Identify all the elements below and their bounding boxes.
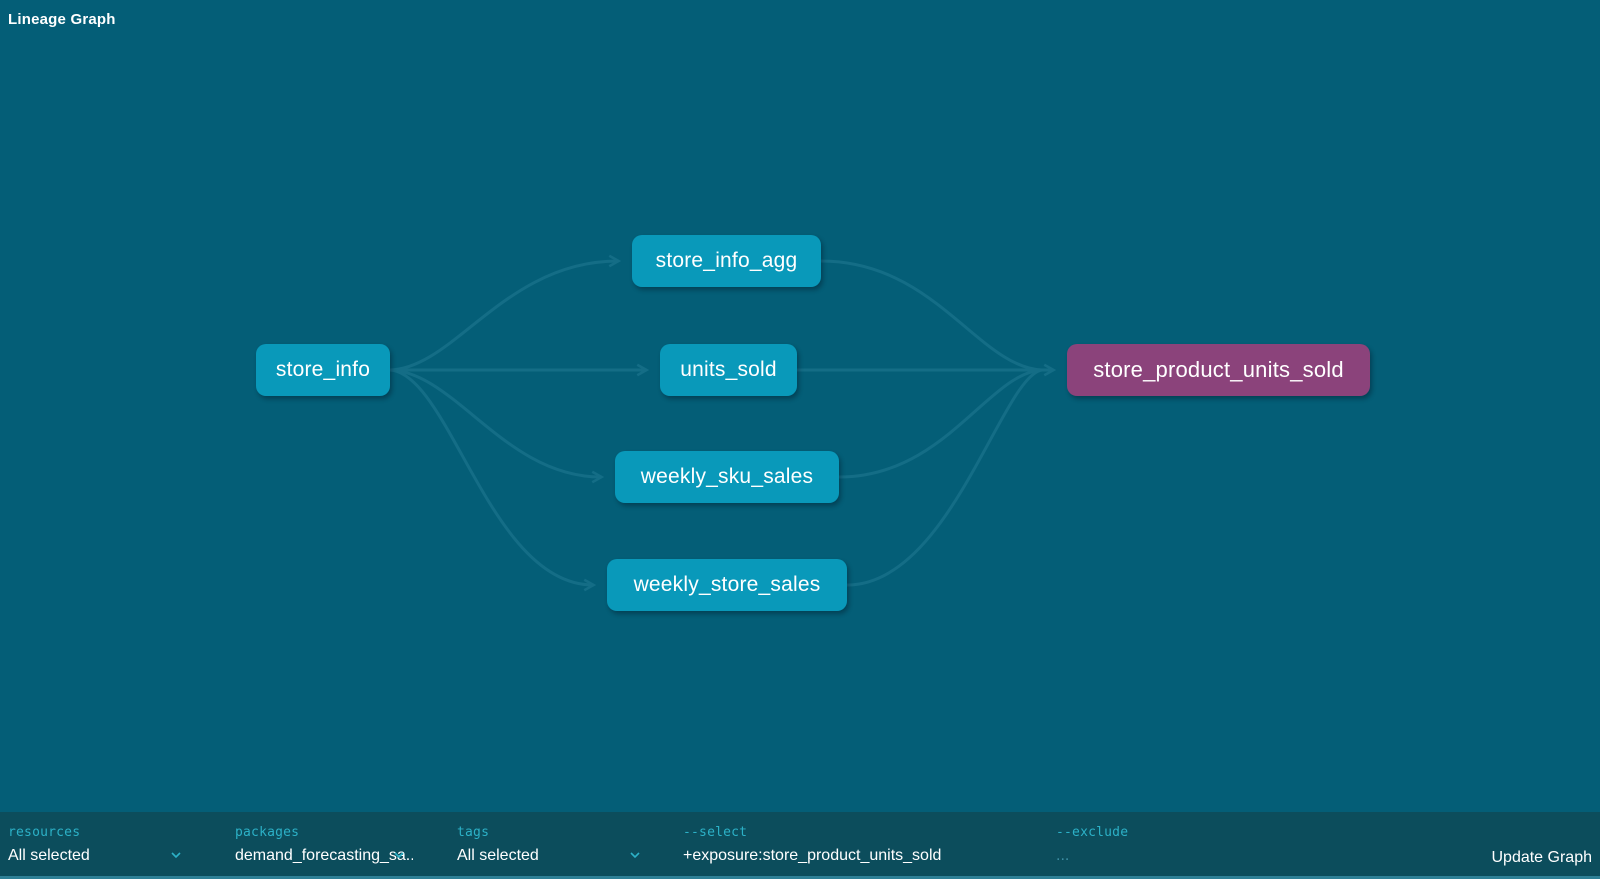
node-label: weekly_sku_sales (641, 465, 813, 489)
filter-field-select: --select +exposure:store_product_units_s… (683, 812, 1013, 876)
graph-node-weekly_store_sales[interactable]: weekly_store_sales (607, 559, 847, 611)
packages-label: packages (235, 825, 415, 840)
graph-node-units_sold[interactable]: units_sold (660, 344, 797, 396)
edge-weekly_store_sales-exposure (847, 370, 1042, 585)
filter-field-resources: resources All selected (8, 812, 188, 876)
filter-field-packages: packages demand_forecasting_sa... (235, 812, 415, 876)
exclude-input[interactable]: ... (1056, 847, 1306, 865)
packages-select[interactable]: demand_forecasting_sa... (235, 847, 415, 870)
chevron-down-icon[interactable] (170, 849, 182, 861)
edge-store_info-store_info_agg (390, 261, 618, 370)
update-graph-button[interactable]: Update Graph (1491, 845, 1592, 871)
resources-select[interactable]: All selected (8, 847, 188, 865)
graph-node-store_info_agg[interactable]: store_info_agg (632, 235, 821, 287)
graph-node-store_product_units_sold[interactable]: store_product_units_sold (1067, 344, 1370, 396)
filter-field-exclude: --exclude ... (1056, 812, 1306, 876)
edge-store_info-weekly_sku_sales (390, 370, 601, 477)
chevron-down-icon[interactable] (629, 849, 641, 861)
node-label: weekly_store_sales (634, 573, 821, 597)
chevron-down-icon[interactable] (393, 849, 405, 861)
node-label: units_sold (680, 358, 777, 382)
graph-node-weekly_sku_sales[interactable]: weekly_sku_sales (615, 451, 839, 503)
filter-field-tags: tags All selected (457, 812, 642, 876)
node-label: store_info_agg (656, 249, 798, 273)
resources-value: All selected (8, 847, 90, 864)
filter-bar: resources All selected packages demand_f… (0, 812, 1600, 879)
resources-label: resources (8, 825, 188, 840)
node-label: store_product_units_sold (1093, 357, 1344, 383)
packages-value: demand_forecasting_sa... (235, 847, 413, 865)
lineage-canvas[interactable]: store_info store_info_agg units_sold wee… (0, 0, 1600, 812)
graph-node-store_info[interactable]: store_info (256, 344, 390, 396)
select-label: --select (683, 825, 1013, 840)
edge-store_info_agg-exposure (821, 261, 1042, 370)
edge-weekly_sku_sales-exposure (839, 370, 1042, 477)
edge-store_info-weekly_store_sales (390, 370, 593, 585)
tags-label: tags (457, 825, 642, 840)
tags-select[interactable]: All selected (457, 847, 642, 865)
lineage-edges (0, 0, 1600, 812)
node-label: store_info (276, 358, 370, 382)
select-input[interactable]: +exposure:store_product_units_sold (683, 847, 1013, 865)
exclude-label: --exclude (1056, 825, 1306, 840)
tags-value: All selected (457, 847, 539, 864)
